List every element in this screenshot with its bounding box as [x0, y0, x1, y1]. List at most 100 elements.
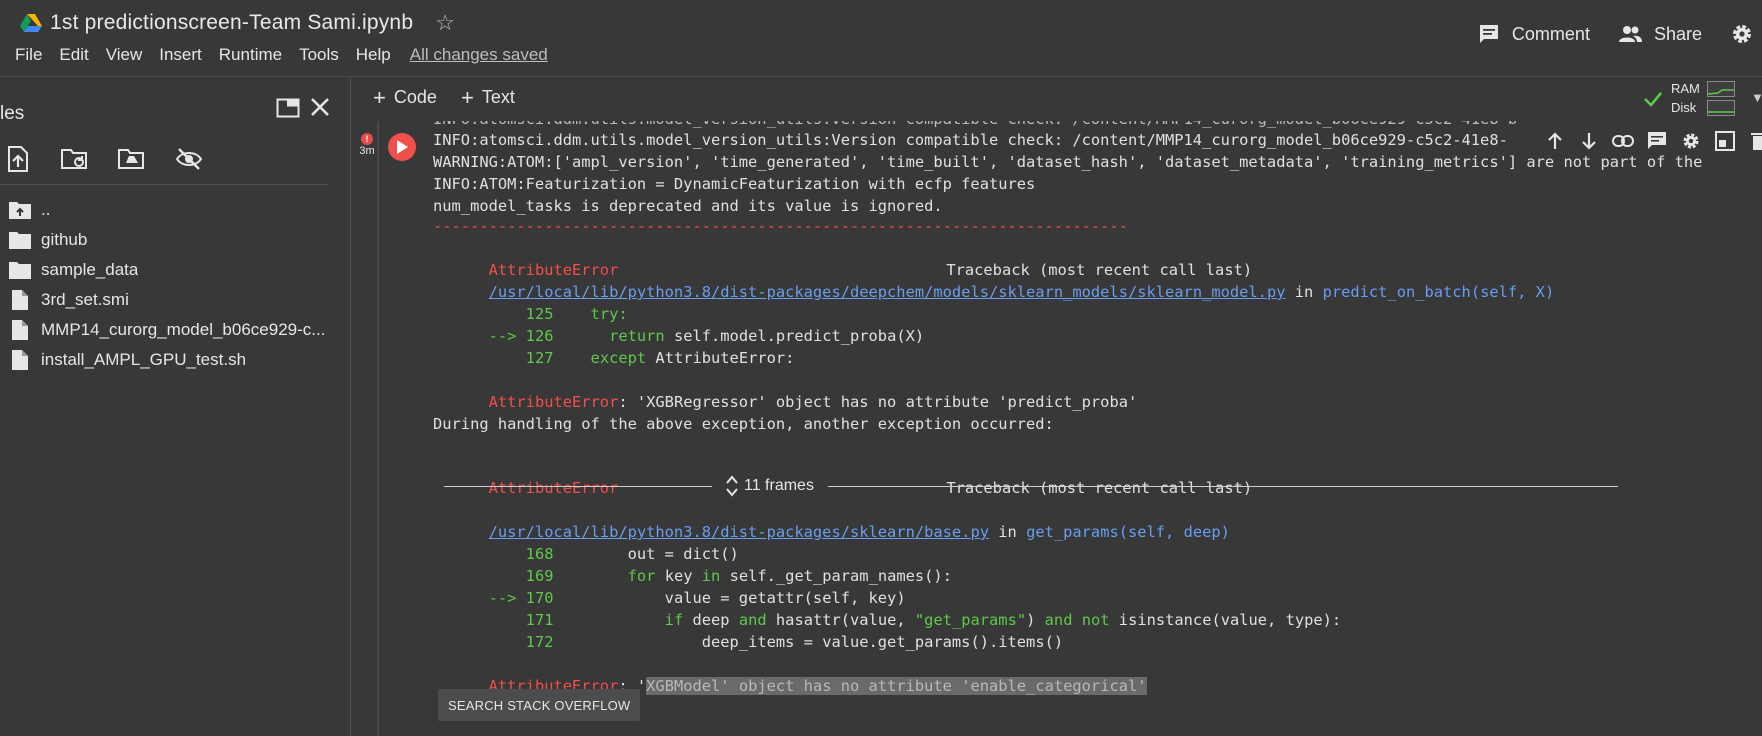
- ram-usage-bar[interactable]: [1707, 81, 1735, 97]
- mount-drive-button[interactable]: [118, 145, 146, 173]
- code-cell: ! 3m INFO:atomsci.ddm.utils.model_versio…: [351, 121, 1762, 736]
- file-row-sample-data[interactable]: sample_data: [8, 255, 325, 285]
- people-icon: [1618, 26, 1642, 42]
- file-row-parent[interactable]: ..: [8, 195, 325, 225]
- sidebar-divider: [0, 184, 328, 185]
- menu-insert[interactable]: Insert: [159, 45, 202, 65]
- refresh-folder-button[interactable]: [61, 145, 89, 173]
- resources-dropdown-icon[interactable]: ▼: [1751, 90, 1762, 105]
- comment-cell-button[interactable]: [1640, 131, 1674, 151]
- code-line-172: 172 deep_items = value.get_params().item…: [433, 609, 1063, 651]
- add-code-button[interactable]: + Code: [373, 86, 437, 108]
- traceback-separator: ----------------------------------------…: [433, 217, 1128, 235]
- menu-file[interactable]: File: [15, 45, 42, 65]
- app-header: 1st predictionscreen-Team Sami.ipynb ☆ F…: [0, 0, 1762, 76]
- line-number: 172: [488, 633, 554, 651]
- file-row-3rd-set[interactable]: 3rd_set.smi: [8, 285, 325, 315]
- notebook-title[interactable]: 1st predictionscreen-Team Sami.ipynb: [50, 11, 413, 35]
- top-actions: Comment Share: [1478, 22, 1762, 46]
- frames-count: 11 frames: [744, 477, 814, 494]
- output-line-info-version: INFO:atomsci.ddm.utils.model_version_uti…: [433, 131, 1508, 149]
- file-row-github[interactable]: github: [8, 225, 325, 255]
- move-up-button[interactable]: [1538, 132, 1572, 150]
- eye-off-icon: [175, 148, 203, 170]
- frame-in-text: in: [988, 523, 1027, 541]
- error-badge-icon: !: [361, 133, 373, 145]
- menu-help[interactable]: Help: [356, 45, 391, 65]
- final-error-message: AttributeError: 'XGBModel' object has no…: [433, 653, 1147, 695]
- traceback-header-2: AttributeError Traceback (most recent cal…: [433, 455, 1253, 497]
- move-down-button[interactable]: [1572, 132, 1606, 150]
- folder-icon: [8, 258, 32, 282]
- output-line-warning: WARNING:ATOM:['ampl_version', 'time_gene…: [433, 153, 1703, 171]
- code-line-171: 171 if deep and hasattr(value, "get_para…: [433, 587, 1342, 629]
- cell-toolbar: [1538, 131, 1762, 151]
- folder-up-icon: [8, 198, 32, 222]
- add-text-button[interactable]: + Text: [461, 86, 515, 108]
- search-stack-overflow-button[interactable]: SEARCH STACK OVERFLOW: [438, 689, 641, 721]
- add-code-label: Code: [393, 87, 437, 107]
- code-line-169: 169 for key in self._get_param_names():: [433, 543, 952, 585]
- connected-check-icon[interactable]: [1643, 91, 1663, 107]
- menu-bar: File Edit View Insert Runtime Tools Help…: [15, 45, 565, 65]
- code-line-127: 127 except AttributeError:: [433, 325, 795, 367]
- disk-usage-bar[interactable]: [1707, 100, 1735, 116]
- hide-files-button[interactable]: [175, 145, 203, 173]
- collapsed-frames-toggle[interactable]: 11 frames: [444, 475, 1762, 497]
- output-line-deprecated: num_model_tasks is deprecated and its va…: [433, 197, 943, 215]
- folder-icon: [8, 228, 32, 252]
- menu-tools[interactable]: Tools: [299, 45, 339, 65]
- star-icon[interactable]: ☆: [435, 10, 455, 36]
- code-keyword: except: [553, 349, 656, 367]
- frame-function: predict_on_batch(self, X): [1322, 283, 1555, 301]
- during-handling-text: During handling of the above exception, …: [433, 415, 1054, 433]
- save-status-link[interactable]: All changes saved: [410, 45, 548, 65]
- files-sidebar: les .. github sample_data 3rd_set.smi MM…: [0, 77, 351, 736]
- error-text: : 'XGBRegressor' object has no attribute…: [618, 393, 1138, 411]
- sidebar-title: les: [0, 103, 25, 124]
- run-cell-button[interactable]: [388, 133, 416, 161]
- link-cell-button[interactable]: [1606, 135, 1640, 147]
- selected-error-text[interactable]: XGBModel' object has no attribute 'enabl…: [646, 677, 1147, 695]
- comment-button[interactable]: Comment: [1478, 23, 1590, 45]
- upload-file-button[interactable]: [4, 145, 32, 173]
- frame-in-text: in: [1285, 283, 1323, 301]
- output-line-featurization: INFO:ATOM:Featurization = DynamicFeaturi…: [433, 175, 1036, 193]
- menu-runtime[interactable]: Runtime: [219, 45, 282, 65]
- file-row-model[interactable]: MMP14_curorg_model_b06ce929-c...: [8, 315, 325, 345]
- gear-icon: [1683, 133, 1699, 149]
- file-tree: .. github sample_data 3rd_set.smi MMP14_…: [8, 195, 325, 375]
- code-text: deep_items = value.get_params().items(): [553, 633, 1064, 651]
- mirror-cell-button[interactable]: [1708, 131, 1742, 151]
- cell-gutter: [351, 121, 377, 736]
- link-icon: [1612, 135, 1634, 147]
- execution-status: ! 3m: [356, 133, 378, 157]
- file-name: 3rd_set.smi: [41, 290, 129, 309]
- execution-time: 3m: [359, 145, 375, 157]
- file-row-install-script[interactable]: install_AMPL_GPU_test.sh: [8, 345, 325, 375]
- comment-icon: [1648, 132, 1666, 149]
- google-drive-icon[interactable]: [20, 13, 42, 33]
- cell-output[interactable]: INFO:atomsci.ddm.utils.model_version_uti…: [433, 121, 1762, 721]
- file-name: ..: [41, 200, 51, 219]
- share-button[interactable]: Share: [1618, 24, 1702, 45]
- divider-line: [444, 485, 712, 487]
- open-in-window-icon[interactable]: [276, 97, 300, 119]
- code-line-126: --> 126 return self.model.predict_proba(…: [433, 303, 925, 345]
- cell-settings-button[interactable]: [1674, 131, 1708, 151]
- traceback-header-1: AttributeError Traceback (most recent cal…: [433, 237, 1253, 279]
- file-name: MMP14_curorg_model_b06ce929-c...: [41, 320, 326, 339]
- arrow-up-icon: [1548, 132, 1562, 149]
- file-icon: [8, 348, 32, 372]
- upload-icon: [8, 146, 28, 172]
- gear-icon[interactable]: [1730, 22, 1754, 46]
- mirror-cell-icon: [1715, 131, 1735, 151]
- code-text: isinstance(value, type):: [1118, 611, 1342, 629]
- error-type: AttributeError: [488, 393, 619, 411]
- close-icon[interactable]: [308, 95, 332, 119]
- delete-cell-button[interactable]: [1742, 131, 1762, 151]
- play-icon: [397, 140, 408, 154]
- menu-view[interactable]: View: [106, 45, 143, 65]
- file-name: sample_data: [41, 260, 139, 279]
- menu-edit[interactable]: Edit: [59, 45, 88, 65]
